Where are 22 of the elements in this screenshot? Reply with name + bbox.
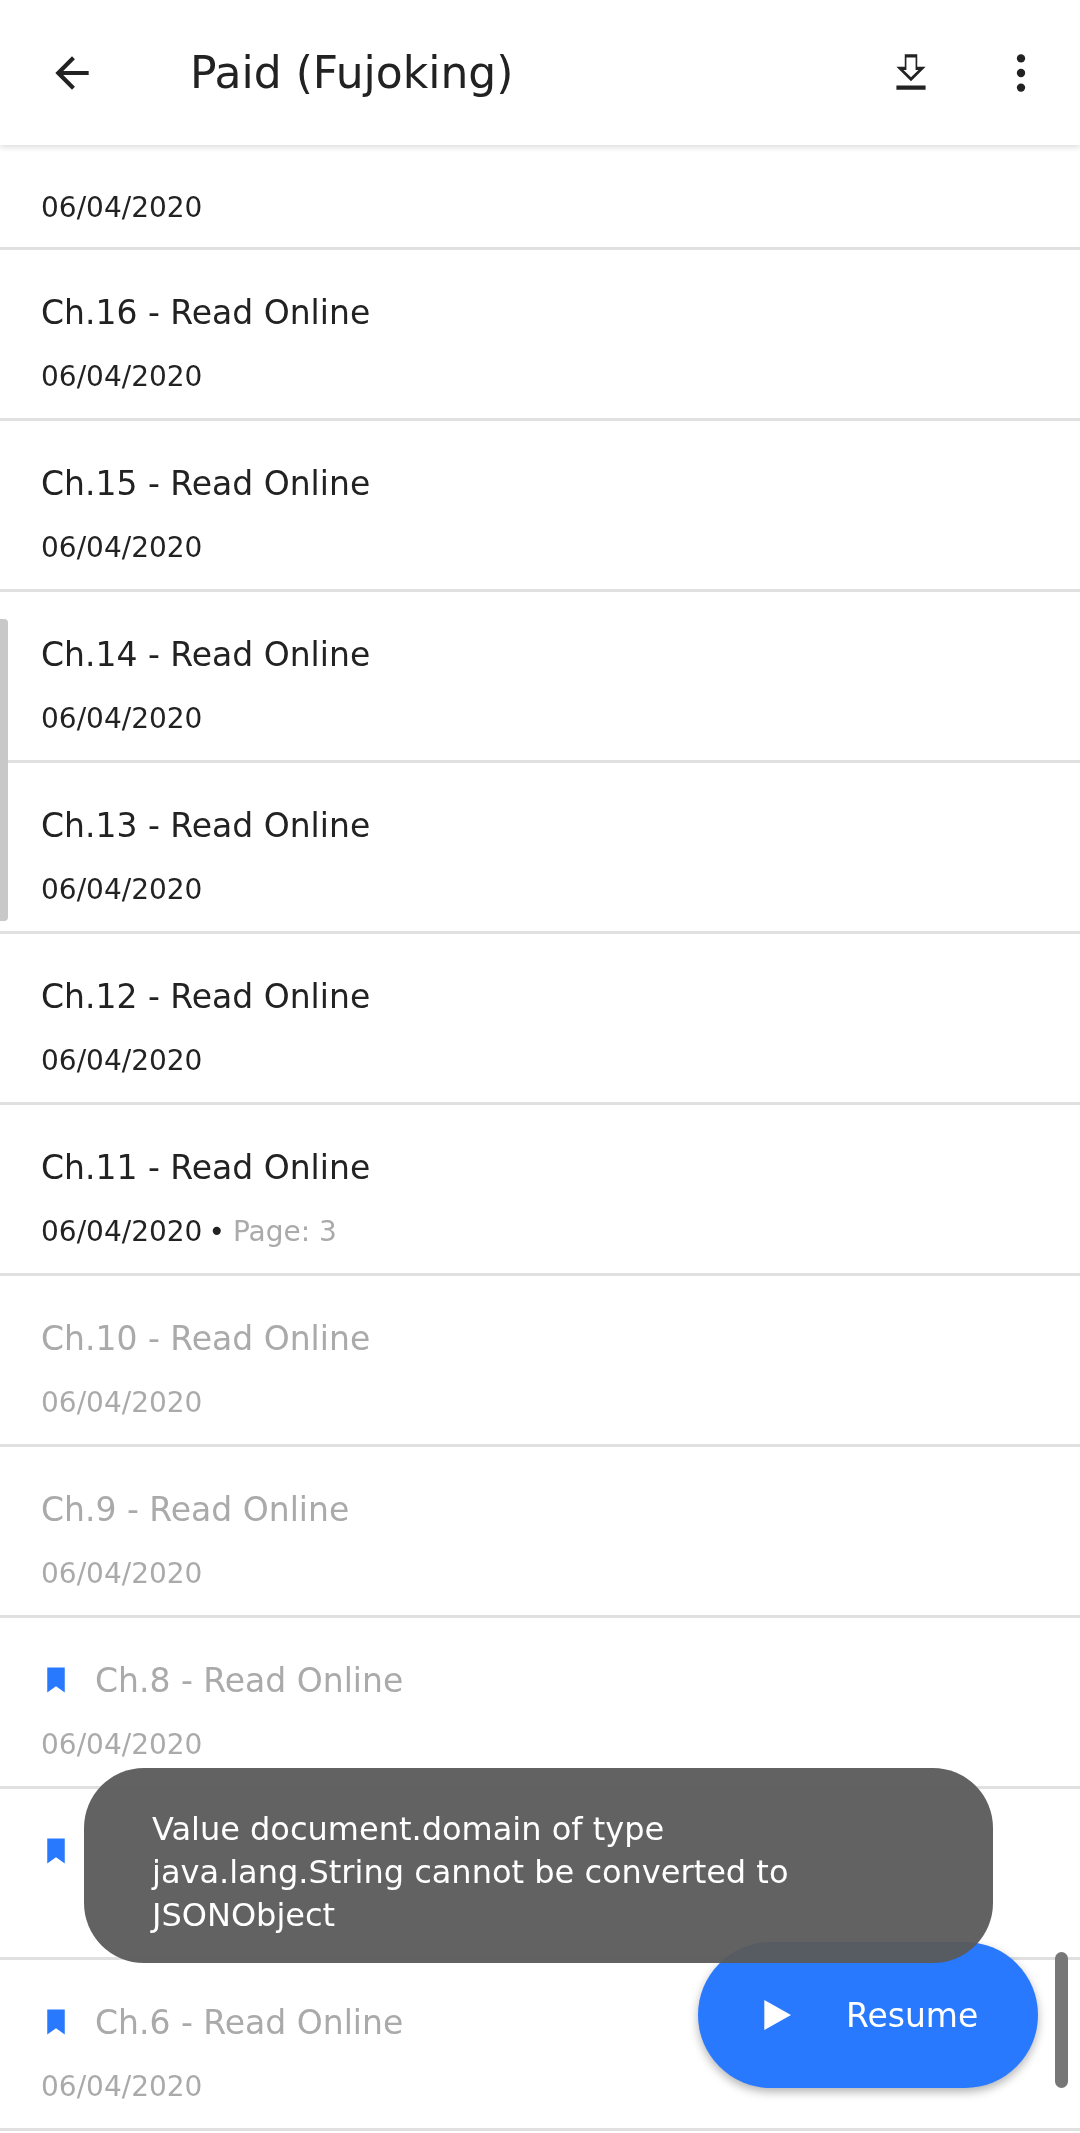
chapter-date: 06/04/2020 [41,1556,203,1590]
chapter-date: 06/04/2020 [41,872,203,906]
chapter-title[interactable]: Ch.11 - Read Online [41,1147,371,1187]
chapter-date: 06/04/2020 [41,1385,203,1419]
chapter-title[interactable]: Ch.13 - Read Online [41,805,371,845]
chapter-title[interactable]: Ch.14 - Read Online [41,634,371,674]
chapter-date: 06/04/2020 [41,701,203,735]
chapter-date: 06/04/2020 [41,530,203,564]
chapter-date: 06/04/2020 [41,1214,203,1248]
chapter-date: 06/04/2020 [41,1727,203,1761]
chapter-title[interactable]: Ch.16 - Read Online [41,292,371,332]
separator-dot: • [208,1214,225,1248]
error-toast: Value document.domain of type java.lang.String cannot be converted to JSONObject [84,1768,993,1963]
app-title: Paid (Fujoking) [190,47,514,98]
page-progress: Page: 3 [232,1214,337,1248]
chapter-date: 06/04/2020 [41,1043,203,1077]
fast-scroll-handle[interactable] [0,619,8,921]
chapter-title[interactable]: Ch.12 - Read Online [41,976,371,1016]
chapter-date: 06/04/2020 [41,359,203,393]
chapter-title[interactable]: Ch.15 - Read Online [41,463,371,503]
chapter-date: 06/04/2020 [41,190,203,224]
chapter-date: 06/04/2020 [41,2069,203,2103]
